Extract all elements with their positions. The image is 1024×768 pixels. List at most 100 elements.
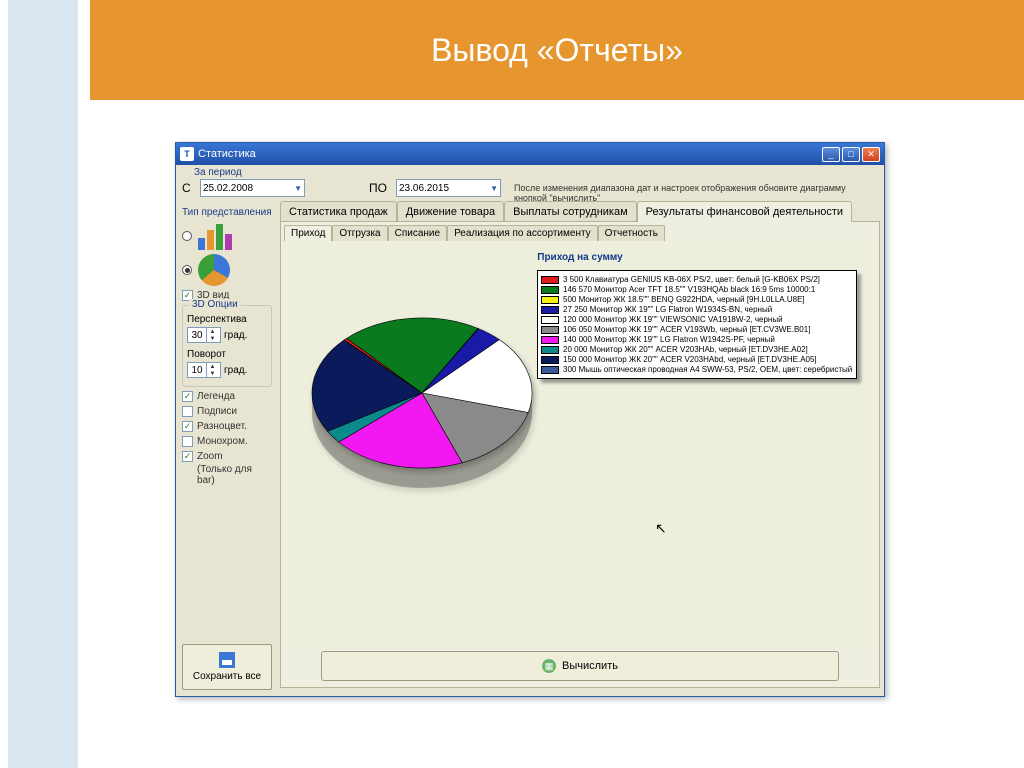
perspective-value[interactable] — [188, 330, 206, 341]
main-tabs: Статистика продажДвижение товараВыплаты … — [280, 201, 880, 222]
legend-label: 500 Монитор ЖК 18.5"" BENQ G922HDA, черн… — [563, 295, 805, 304]
checkbox-icon — [182, 451, 193, 462]
sub-tab-4[interactable]: Отчетность — [598, 225, 665, 241]
app-body: За период С 25.02.2008 ▼ ПО 23.06.2015 ▼… — [176, 165, 884, 696]
period-row: За период С 25.02.2008 ▼ ПО 23.06.2015 ▼… — [182, 167, 878, 201]
date-to-input[interactable]: 23.06.2015 ▼ — [396, 179, 501, 197]
calculate-button[interactable]: ▦ Вычислить — [321, 651, 839, 681]
main-area: Статистика продажДвижение товараВыплаты … — [280, 201, 880, 692]
legend-swatch — [541, 346, 559, 354]
minimize-button[interactable]: _ — [822, 147, 840, 162]
legend-item: 150 000 Монитор ЖК 20"" ACER V203HAbd, ч… — [541, 355, 853, 364]
main-tab-2[interactable]: Выплаты сотрудникам — [504, 201, 637, 222]
chevron-down-icon[interactable]: ▼ — [490, 184, 498, 193]
zoom-note: (Только для bar) — [182, 464, 272, 486]
legend-swatch — [541, 356, 559, 364]
main-tab-3[interactable]: Результаты финансовой деятельности — [637, 201, 852, 222]
labels-checkbox[interactable]: Подписи — [182, 406, 272, 417]
rotation-stepper[interactable]: ▲▼ — [187, 362, 221, 378]
legend-swatch — [541, 336, 559, 344]
chevron-down-icon[interactable]: ▼ — [294, 184, 302, 193]
slide-banner: Вывод «Отчеты» — [90, 0, 1024, 100]
titlebar[interactable]: T Статистика _ □ ✕ — [176, 143, 884, 165]
sub-tab-2[interactable]: Списание — [388, 225, 447, 241]
date-from-input[interactable]: 25.02.2008 ▼ — [200, 179, 305, 197]
multicolor-checkbox[interactable]: Разноцвет. — [182, 421, 272, 432]
app-icon: T — [180, 147, 194, 161]
rotation-label: Поворот — [187, 349, 267, 360]
sub-tabs: ПриходОтгрузкаСписаниеРеализация по ассо… — [281, 222, 879, 241]
chart-title: Приход на сумму — [285, 252, 875, 263]
slide-title: Вывод «Отчеты» — [431, 32, 683, 69]
opts-3d-title: 3D Опции — [189, 299, 241, 310]
down-arrow-icon[interactable]: ▼ — [206, 370, 218, 377]
legend-label: 106 050 Монитор ЖК 19"" ACER V193Wb, чер… — [563, 325, 810, 334]
window-title: Статистика — [198, 148, 256, 160]
period-label: За период — [194, 167, 242, 178]
date-from-value: 25.02.2008 — [203, 183, 253, 194]
sub-tab-1[interactable]: Отгрузка — [332, 225, 387, 241]
legend-label: 3 500 Клавиатура GENIUS KB-06X PS/2, цве… — [563, 275, 820, 284]
opts-3d-group: 3D Опции Перспектива ▲▼ град. Поворот ▲▼… — [182, 305, 272, 387]
checkbox-icon — [182, 436, 193, 447]
legend-swatch — [541, 296, 559, 304]
perspective-unit: град. — [224, 330, 247, 341]
up-arrow-icon[interactable]: ▲ — [206, 328, 218, 335]
bars-icon — [198, 222, 234, 250]
legend-swatch — [541, 286, 559, 294]
radio-icon — [182, 265, 192, 275]
type-label: Тип представления — [182, 207, 272, 218]
checkbox-icon — [182, 391, 193, 402]
checkbox-icon — [182, 406, 193, 417]
main-tab-panel: ПриходОтгрузкаСписаниеРеализация по ассо… — [280, 221, 880, 688]
legend-label: 300 Мышь оптическая проводная A4 SWW-53,… — [563, 365, 853, 374]
from-label: С — [182, 181, 191, 195]
window-controls: _ □ ✕ — [822, 147, 880, 162]
legend-item: 3 500 Клавиатура GENIUS KB-06X PS/2, цве… — [541, 275, 853, 284]
monochrome-checkbox[interactable]: Монохром. — [182, 436, 272, 447]
legend-item: 146 570 Монитор Acer TFT 18.5"" V193HQAb… — [541, 285, 853, 294]
legend-swatch — [541, 366, 559, 374]
chart-type-bars-option[interactable] — [182, 222, 272, 250]
app-window: T Статистика _ □ ✕ За период С 25.02.200… — [175, 142, 885, 697]
close-button[interactable]: ✕ — [862, 147, 880, 162]
legend-item: 120 000 Монитор ЖК 19"" VIEWSONIC VA1918… — [541, 315, 853, 324]
legend-swatch — [541, 316, 559, 324]
main-tab-0[interactable]: Статистика продаж — [280, 201, 397, 222]
rotation-unit: град. — [224, 365, 247, 376]
legend-item: 106 050 Монитор ЖК 19"" ACER V193Wb, чер… — [541, 325, 853, 334]
legend-label: 120 000 Монитор ЖК 19"" VIEWSONIC VA1918… — [563, 315, 783, 324]
perspective-label: Перспектива — [187, 314, 267, 325]
legend-item: 500 Монитор ЖК 18.5"" BENQ G922HDA, черн… — [541, 295, 853, 304]
legend-item: 20 000 Монитор ЖК 20"" ACER V203HAb, чер… — [541, 345, 853, 354]
legend-swatch — [541, 276, 559, 284]
maximize-button[interactable]: □ — [842, 147, 860, 162]
legend-item: 27 250 Монитор ЖК 19"" LG Flatron W1934S… — [541, 305, 853, 314]
down-arrow-icon[interactable]: ▼ — [206, 335, 218, 342]
slide-left-strip — [8, 0, 78, 768]
sidebar: Тип представления 3D вид 3D Опции Перспе… — [176, 201, 278, 696]
save-all-button[interactable]: Сохранить все — [182, 644, 272, 690]
legend-swatch — [541, 326, 559, 334]
perspective-stepper[interactable]: ▲▼ — [187, 327, 221, 343]
zoom-checkbox[interactable]: Zoom — [182, 451, 272, 462]
calc-label: Вычислить — [562, 660, 618, 672]
legend-label: 150 000 Монитор ЖК 20"" ACER V203HAbd, ч… — [563, 355, 817, 364]
rotation-value[interactable] — [188, 365, 206, 376]
period-hint: После изменения диапазона дат и настроек… — [514, 183, 878, 203]
legend-label: 140 000 Монитор ЖК 19"" LG Flatron W1942… — [563, 335, 775, 344]
sub-tab-3[interactable]: Реализация по ассортименту — [447, 225, 598, 241]
legend-item: 140 000 Монитор ЖК 19"" LG Flatron W1942… — [541, 335, 853, 344]
legend-label: 27 250 Монитор ЖК 19"" LG Flatron W1934S… — [563, 305, 772, 314]
legend-checkbox[interactable]: Легенда — [182, 391, 272, 402]
save-label: Сохранить все — [193, 671, 261, 682]
up-arrow-icon[interactable]: ▲ — [206, 363, 218, 370]
chart-panel: Приход на сумму 3 500 Клавиатура GENIUS … — [285, 244, 875, 645]
date-to-value: 23.06.2015 — [399, 183, 449, 194]
radio-icon — [182, 231, 192, 241]
disk-icon — [219, 652, 235, 668]
sub-tab-0[interactable]: Приход — [284, 225, 332, 241]
chart-type-pie-option[interactable] — [182, 254, 272, 286]
main-tab-1[interactable]: Движение товара — [397, 201, 504, 222]
to-label: ПО — [369, 181, 387, 195]
